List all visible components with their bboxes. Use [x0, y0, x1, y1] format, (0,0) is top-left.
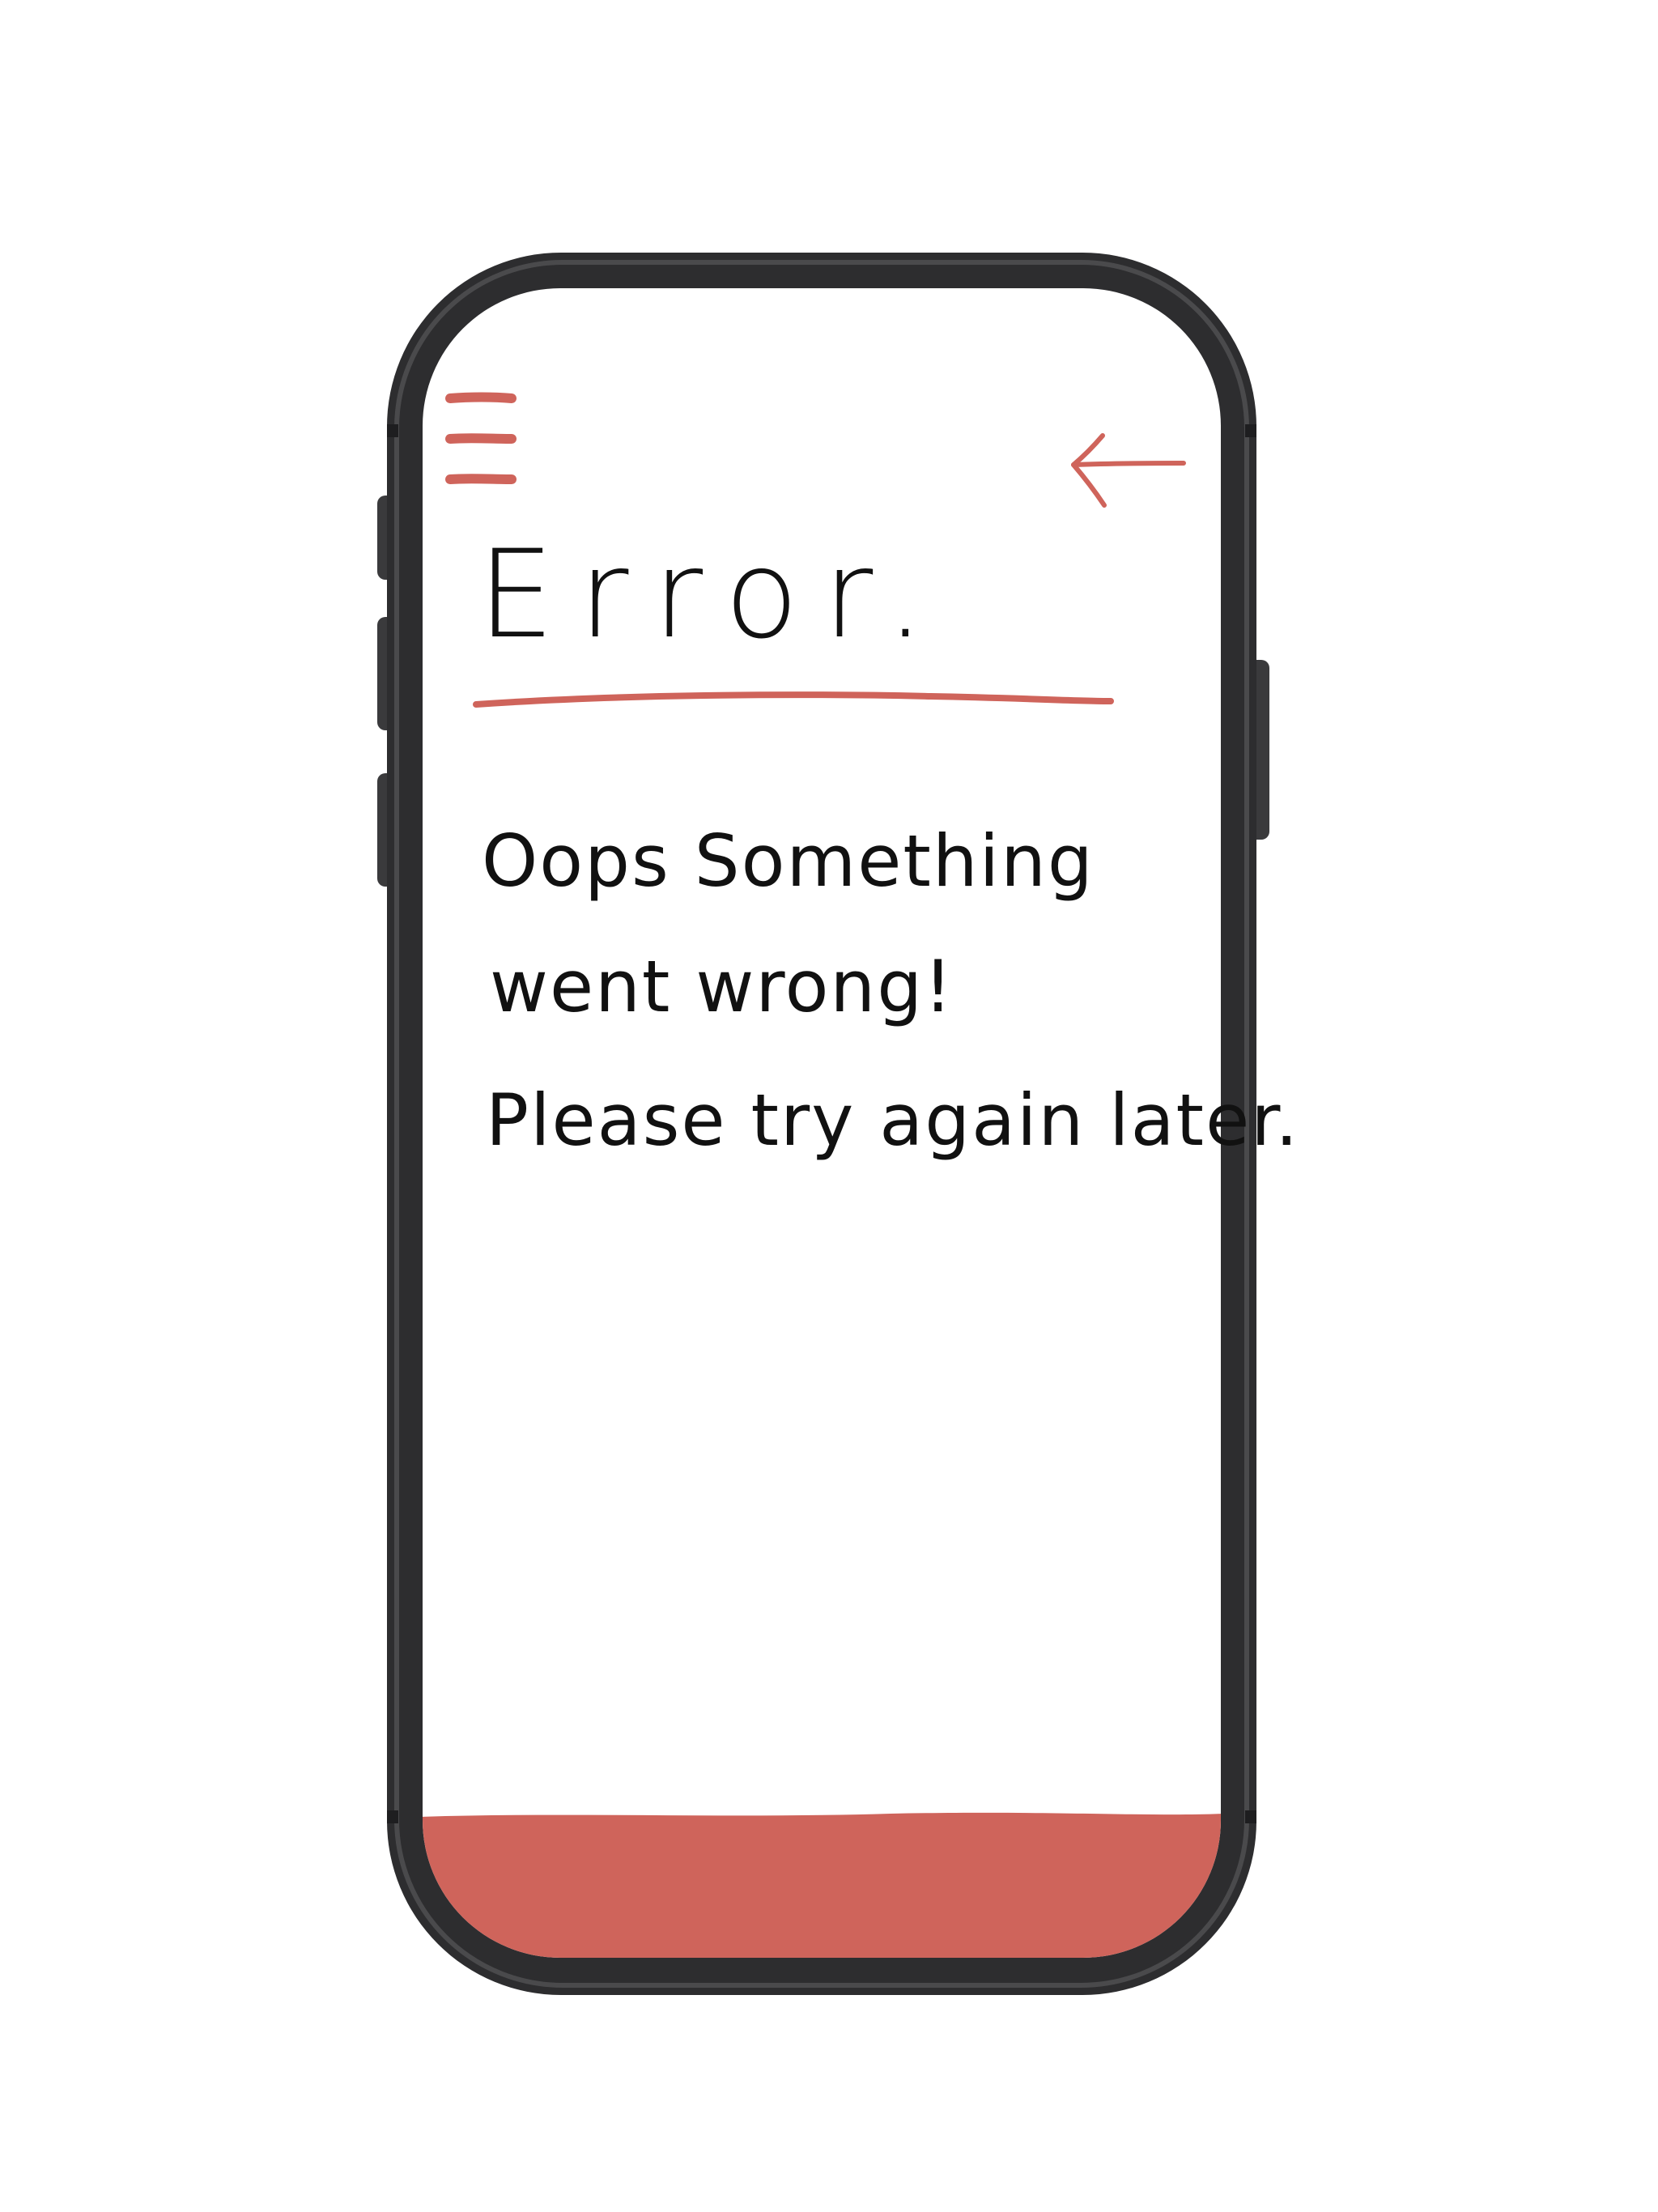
phone-mockup: Error. Oops Something went wrong! Please…: [0, 0, 1658, 2212]
error-message-line-1: Oops Something: [482, 819, 1095, 903]
error-message-line-2: went wrong!: [490, 945, 954, 1028]
footer-bar: [423, 1812, 1221, 1958]
page-title: Error.: [478, 525, 950, 666]
back-button[interactable]: [1061, 425, 1190, 514]
error-message-line-3: Please try again later.: [486, 1078, 1300, 1162]
menu-button[interactable]: [441, 387, 522, 492]
